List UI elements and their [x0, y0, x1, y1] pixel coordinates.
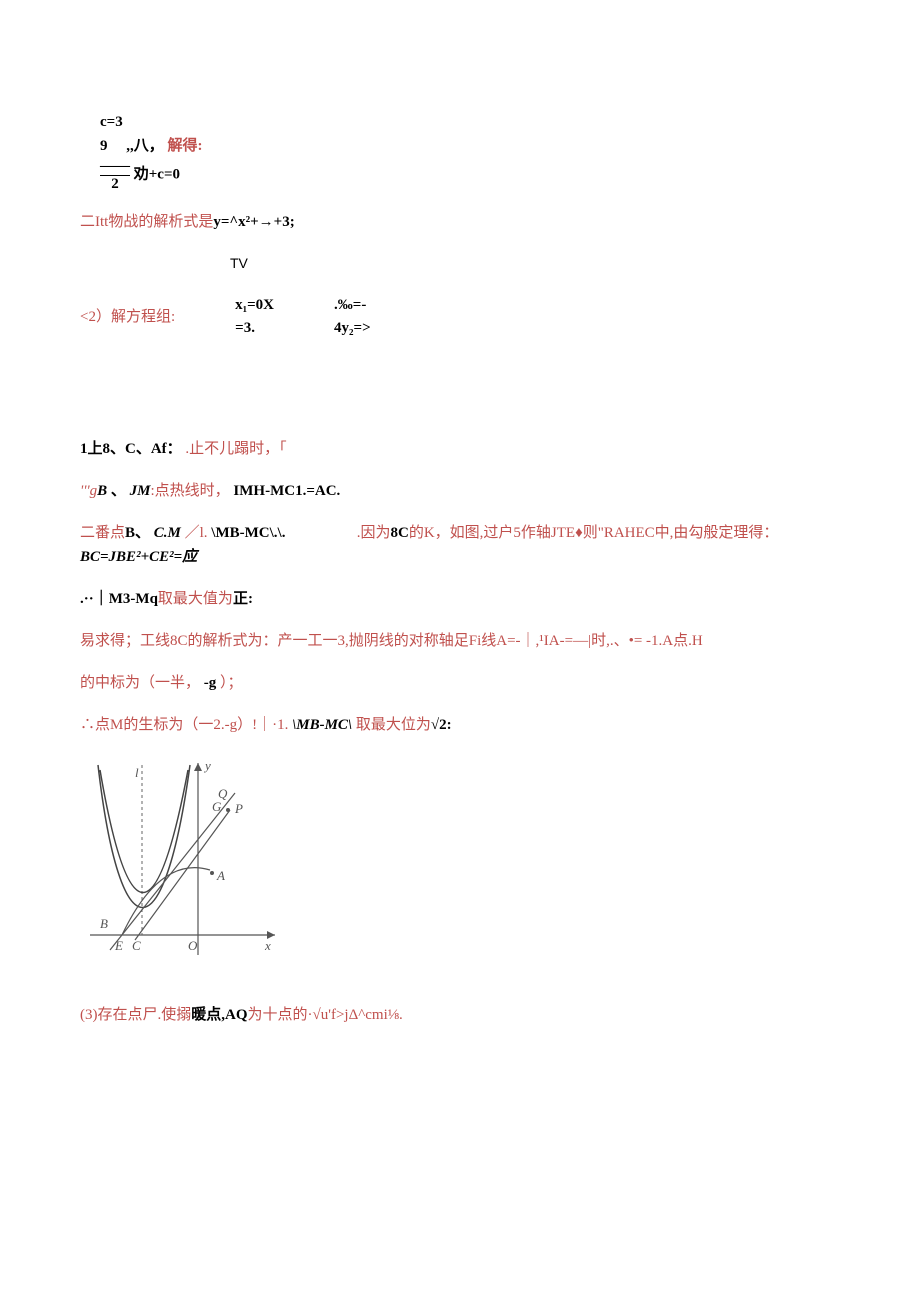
l1u8-b: 1上8、C、Af：: [80, 441, 182, 457]
tv-row: TV: [80, 252, 840, 276]
fraction: —— 2: [100, 158, 130, 192]
line-bcm: 二番点B、 C.M ／l. \MB-MC\.\. .因为8C的K，如图,过户5作…: [80, 521, 840, 569]
label-B: B: [100, 916, 108, 931]
mid-r: 的中标为（一半，: [80, 675, 200, 691]
line-exist: (3)存在点尸.使搦暖点,AQ为十点的·√u'f>jΔ^cmi⅛.: [80, 1003, 840, 1027]
label-A: A: [216, 868, 225, 883]
gb-B: B: [97, 483, 107, 499]
label-C: C: [132, 938, 141, 953]
line-1u8: 1上8、C、Af： .止不儿蹋时，「: [80, 437, 840, 461]
eq-line-9: 9 ,,八， 解得:: [100, 134, 840, 158]
gb-JM: JM: [130, 483, 151, 499]
eq-frac-line: —— 2 劝+c=0: [100, 158, 840, 192]
easy-r: 易求得；工线8C的解析式为：产一工一3,抛阴线的对称轴足Fi线A=-｜,¹IA-…: [80, 633, 703, 649]
ex-b1: 暖点,AQ: [191, 1007, 247, 1023]
m3-b2: 正:: [233, 591, 253, 607]
label-l: l: [135, 765, 139, 780]
label-P: P: [234, 801, 243, 816]
parabola-figure: l y Q G P A B E C O x: [80, 755, 840, 973]
line-gb: '''gB 、 JM:点热线时， IMH-MC1.=AC.: [80, 479, 840, 503]
line-mid: 的中标为（一半， -g ）；: [80, 671, 840, 695]
frac-den: 2: [100, 175, 130, 193]
label-x: x: [264, 938, 271, 953]
pm-r1: ∴点M的生标为（一2.-g）!｜·1.: [80, 717, 288, 733]
parabola-equation-line: 二Itt物战的解析式是y=^x²+→+3;: [80, 210, 840, 234]
bcm-ital: C.M: [154, 525, 181, 541]
eq-cjk: ,,八，: [126, 138, 164, 154]
parabola-eq: y=^x²+→+3;: [213, 214, 294, 230]
label-O: O: [188, 938, 198, 953]
bcm-r5: 过户5作轴JTE♦则"RAHEC中,由勾般定理得：: [483, 525, 778, 541]
line-pointM: ∴点M的生标为（一2.-g）!｜·1. \MB-MC\ 取最大位为√2:: [80, 713, 840, 737]
bcm-r2: ／l.: [185, 525, 208, 541]
frac-num: ——: [100, 158, 130, 175]
sol1a: x₁=0X: [235, 294, 274, 317]
bcm-r4: 的K，如图,: [409, 525, 484, 541]
tv-label: TV: [230, 255, 248, 271]
mid-r2: ）；: [220, 675, 243, 691]
sol2a: .‰=-: [334, 294, 371, 317]
solve-row: <2）解方程组: x₁=0X =3. .‰=- 4y₂=>: [80, 294, 840, 339]
bcm-b1: B、: [125, 525, 150, 541]
l1u8-r: .止不儿蹋时，「: [185, 441, 286, 457]
mid-b: -g: [204, 675, 217, 691]
label-G: G: [212, 799, 222, 814]
eq-line-c3: c=3: [100, 110, 840, 134]
pm-b2: √2:: [431, 717, 452, 733]
bcm-b2: \MB-MC\.\.: [211, 525, 285, 541]
m3-b1: .··｜M3-Mq: [80, 591, 158, 607]
figure-svg: l y Q G P A B E C O x: [80, 755, 280, 965]
solve-label: <2）解方程组:: [80, 305, 175, 329]
parabola-red: 二Itt物战的解析式是: [80, 214, 213, 230]
eq-solve-label: 解得:: [168, 138, 203, 154]
line-easy: 易求得；工线8C的解析式为：产一工一3,抛阴线的对称轴足Fi线A=-｜,¹IA-…: [80, 629, 840, 653]
m3-r: 取最大值为: [158, 591, 233, 607]
sol1b: =3.: [235, 317, 274, 340]
gb-r2: :点热线时，: [151, 483, 230, 499]
ex-r2: 为十点的·√u'f>jΔ^cmi⅛.: [248, 1007, 403, 1023]
bcm-r1: 二番点: [80, 525, 125, 541]
ex-r1: (3)存在点尸.使搦: [80, 1007, 191, 1023]
solution-col-1: x₁=0X =3.: [235, 294, 274, 339]
gb-r1: '''g: [80, 483, 97, 499]
pm-r2: 取最大位为: [356, 717, 431, 733]
pm-b1: \MB-MC\: [292, 717, 352, 733]
solution-col-2: .‰=- 4y₂=>: [334, 294, 371, 339]
label-E: E: [114, 938, 123, 953]
gb-dot: 、: [111, 483, 126, 499]
label-y: y: [203, 758, 211, 773]
bcm-tail: BC=JBE²+CE²=应: [80, 549, 197, 565]
sol2b: 4y₂=>: [334, 317, 371, 340]
line-m3: .··｜M3-Mq取最大值为正:: [80, 587, 840, 611]
equation-group: c=3 9 ,,八， 解得: —— 2 劝+c=0: [100, 110, 840, 192]
bcm-b3: 8C: [390, 525, 408, 541]
eq-9: 9: [100, 138, 108, 154]
eq-tail: 劝+c=0: [134, 166, 180, 182]
gb-tail: IMH-MC1.=AC.: [233, 483, 340, 499]
bcm-r3: .因为: [357, 525, 391, 541]
